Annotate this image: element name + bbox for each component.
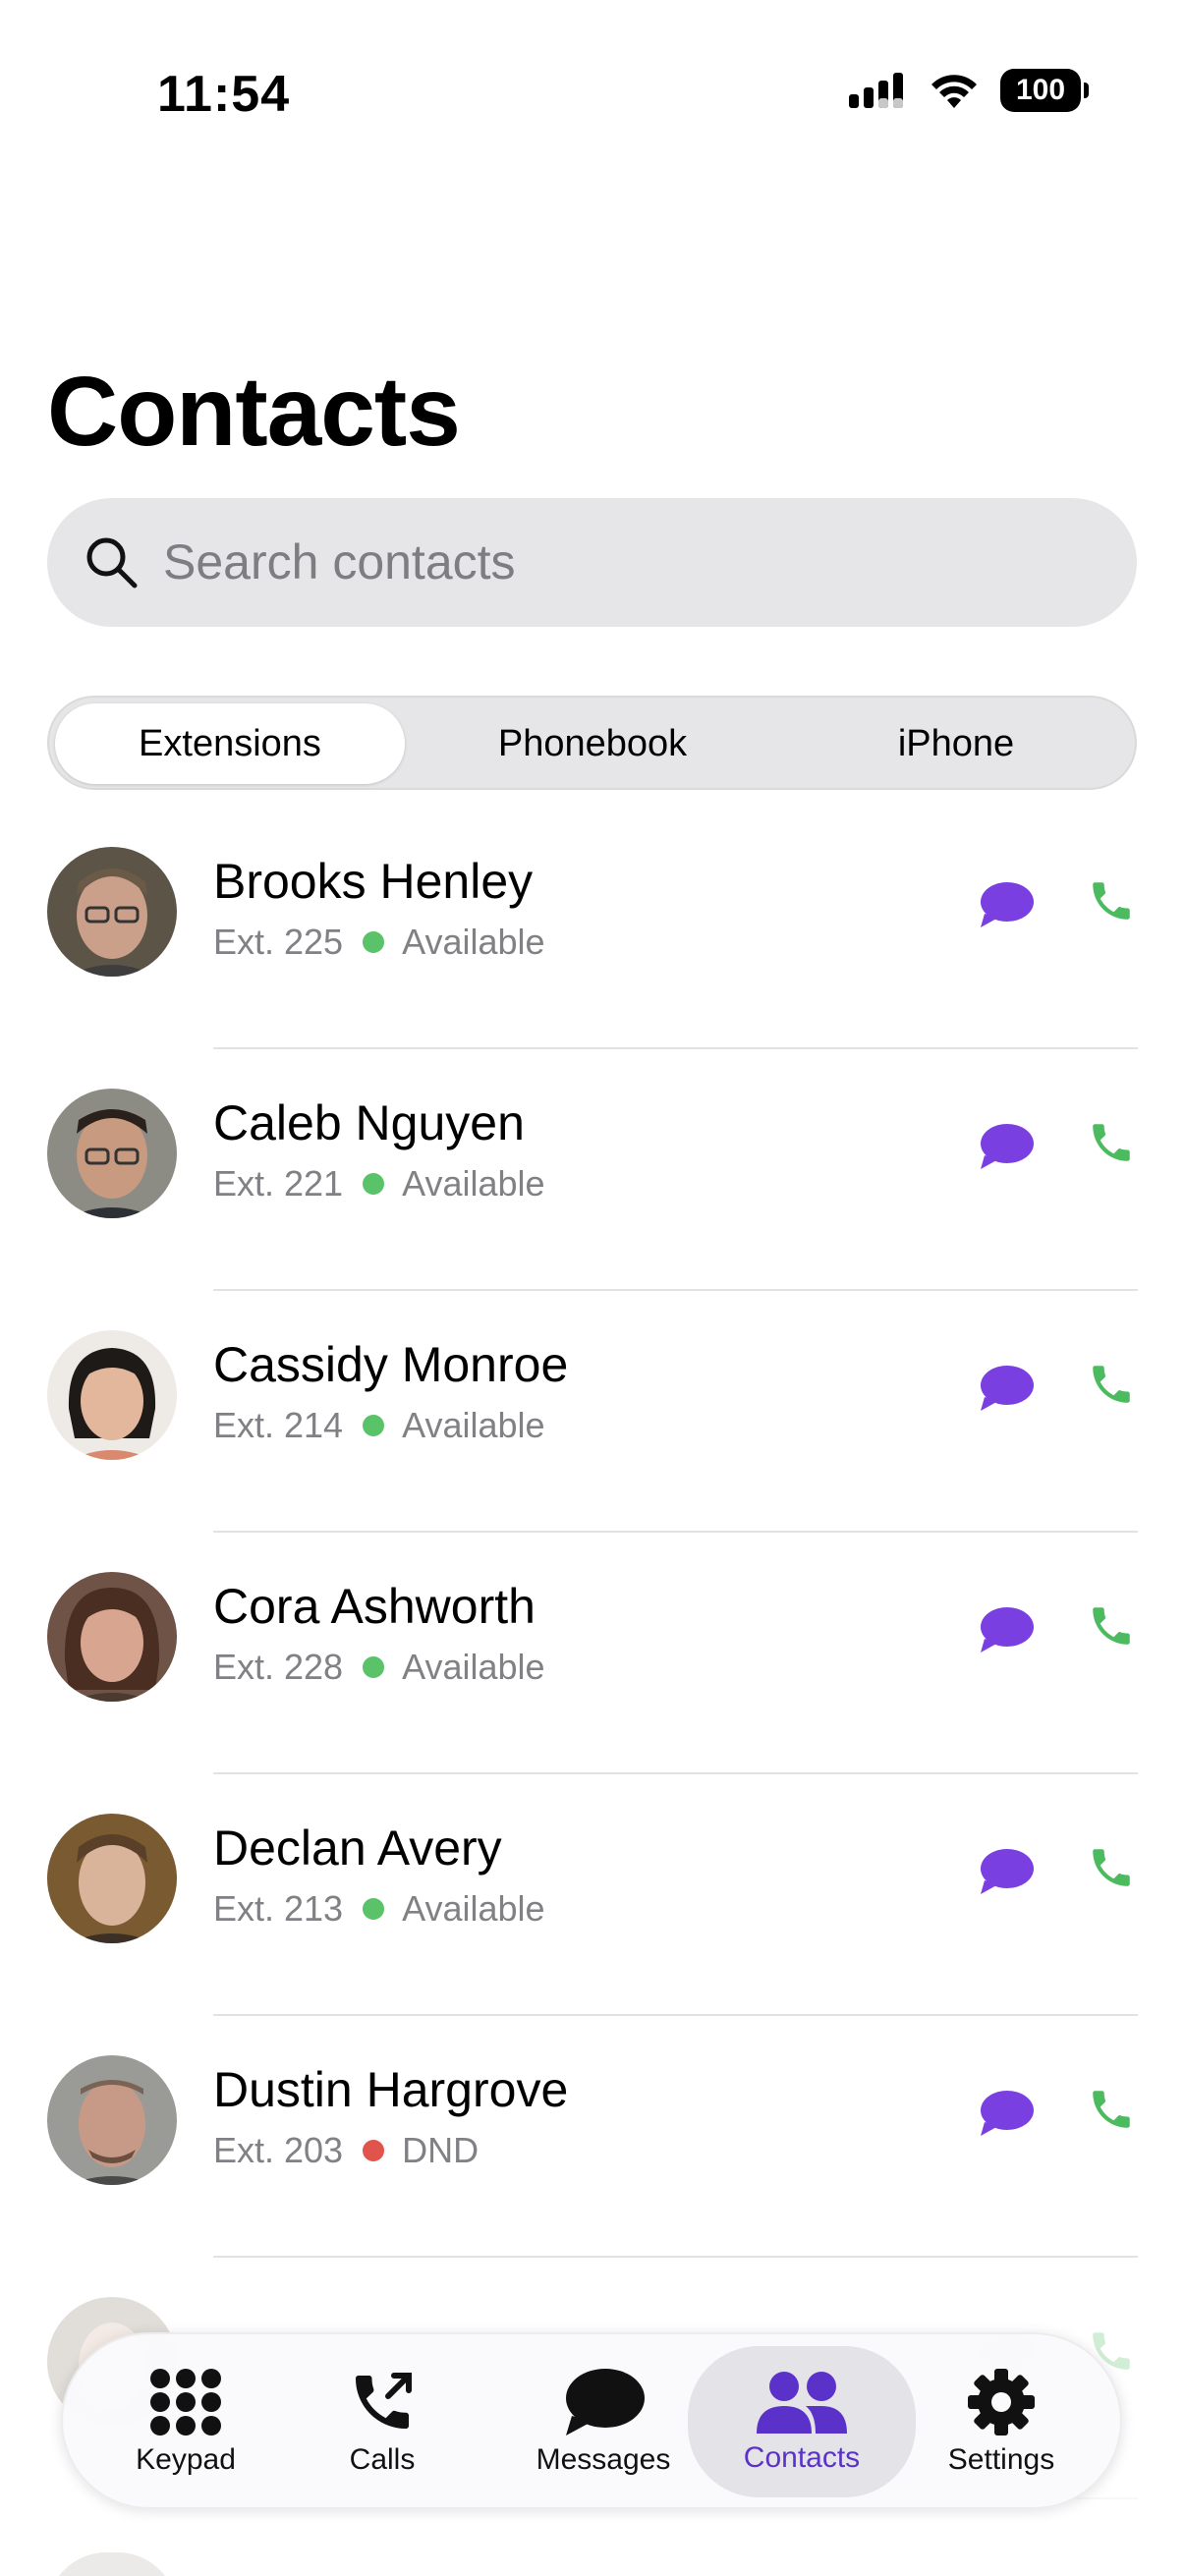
page-title: Contacts <box>47 357 461 467</box>
contact-subtitle: Ext. 203 DND <box>213 2130 479 2171</box>
avatar <box>47 2055 177 2185</box>
contact-extension: Ext. 214 <box>213 1405 344 1445</box>
avatar <box>47 847 177 977</box>
contact-name: Caleb Nguyen <box>213 1095 525 1150</box>
message-bubble-icon[interactable] <box>979 1847 1034 1896</box>
phone-call-icon[interactable] <box>1087 1601 1136 1651</box>
presence-dot <box>363 1415 385 1436</box>
message-bubble-icon[interactable] <box>979 2089 1034 2138</box>
tab-bar: Keypad Calls Messages Contacts Settings <box>61 2332 1122 2509</box>
contact-subtitle: Ext. 214 Available <box>213 1405 545 1446</box>
message-bubble-icon[interactable] <box>979 1122 1034 1171</box>
tab-label: Contacts <box>743 2441 861 2474</box>
status-icons: 100 <box>847 69 1089 112</box>
phone-call-icon[interactable] <box>1087 1843 1136 1892</box>
tab-keypad[interactable]: Keypad <box>112 2346 259 2497</box>
contact-status: Available <box>402 1647 545 1687</box>
avatar <box>47 1089 177 1218</box>
search-bar[interactable] <box>47 498 1137 627</box>
presence-dot <box>363 1898 385 1920</box>
contact-row[interactable]: Cassidy Monroe Ext. 214 Available <box>0 1291 1185 1533</box>
presence-dot <box>363 1656 385 1678</box>
tab-label: Calls <box>349 2443 416 2476</box>
cellular-signal-icon <box>849 73 903 108</box>
message-bubble-icon[interactable] <box>979 1364 1034 1413</box>
gear-icon <box>968 2369 1035 2436</box>
contact-name: Cora Ashworth <box>213 1579 536 1634</box>
search-input[interactable] <box>163 528 1047 596</box>
contact-extension: Ext. 221 <box>213 1163 344 1204</box>
contact-row[interactable]: Cora Ashworth Ext. 228 Available <box>0 1533 1185 1774</box>
tab-calls[interactable]: Calls <box>313 2346 451 2497</box>
presence-dot <box>363 2140 385 2161</box>
contact-status: Available <box>402 922 545 962</box>
phone-call-icon[interactable] <box>1087 1360 1136 1409</box>
contact-extension: Ext. 228 <box>213 1647 344 1687</box>
contact-subtitle: Ext. 213 Available <box>213 1888 545 1930</box>
segment-iphone[interactable]: iPhone <box>781 703 1131 784</box>
avatar <box>47 1814 177 1943</box>
contact-name: Declan Avery <box>213 1820 502 1876</box>
contact-status: DND <box>402 2130 480 2170</box>
message-bubble-icon[interactable] <box>979 1605 1034 1654</box>
contact-row[interactable]: Dustin Hargrove Ext. 203 DND <box>0 2016 1185 2258</box>
contact-source-segmented-control: Extensions Phonebook iPhone <box>47 696 1137 790</box>
tab-label: Settings <box>947 2443 1055 2476</box>
contact-extension: Ext. 213 <box>213 1888 344 1929</box>
status-bar: 11:54 100 <box>0 0 1185 196</box>
contact-extension: Ext. 225 <box>213 922 344 962</box>
contact-status: Available <box>402 1163 545 1204</box>
search-icon <box>86 537 138 588</box>
tab-settings[interactable]: Settings <box>928 2346 1075 2497</box>
keypad-icon <box>150 2369 221 2436</box>
contact-row[interactable]: Declan Avery Ext. 213 Available <box>0 1774 1185 2016</box>
phone-call-icon[interactable] <box>1087 2085 1136 2134</box>
battery-icon: 100 <box>1000 69 1089 112</box>
presence-dot <box>363 931 385 953</box>
wifi-icon <box>931 75 977 108</box>
calls-icon <box>356 2373 412 2429</box>
contact-row[interactable]: Caleb Nguyen Ext. 221 Available <box>0 1049 1185 1291</box>
contact-extension: Ext. 203 <box>213 2130 344 2170</box>
presence-dot <box>363 1173 385 1195</box>
contact-subtitle: Ext. 225 Available <box>213 922 545 963</box>
message-bubble-icon[interactable] <box>979 880 1034 929</box>
contact-subtitle: Ext. 228 Available <box>213 1647 545 1688</box>
contact-name: Dustin Hargrove <box>213 2062 569 2117</box>
contact-name: Brooks Henley <box>213 854 534 909</box>
avatar <box>47 1330 177 1460</box>
tab-messages[interactable]: Messages <box>505 2346 702 2497</box>
messages-icon <box>566 2369 645 2436</box>
contact-status: Available <box>402 1888 545 1929</box>
contact-subtitle: Ext. 221 Available <box>213 1163 545 1204</box>
tab-label: Keypad <box>136 2443 236 2476</box>
tab-contacts[interactable]: Contacts <box>688 2346 916 2497</box>
avatar <box>47 1572 177 1702</box>
phone-call-icon[interactable] <box>1087 876 1136 925</box>
segment-phonebook[interactable]: Phonebook <box>418 703 767 784</box>
phone-call-icon[interactable] <box>1087 1118 1136 1167</box>
status-time: 11:54 <box>157 66 291 123</box>
contact-status: Available <box>402 1405 545 1445</box>
avatar <box>47 2552 177 2576</box>
contact-row[interactable]: Brooks Henley Ext. 225 Available <box>0 808 1185 1049</box>
contact-name: Cassidy Monroe <box>213 1337 569 1392</box>
contacts-icon <box>757 2372 847 2434</box>
tab-label: Messages <box>536 2443 671 2476</box>
segment-extensions[interactable]: Extensions <box>55 703 405 784</box>
